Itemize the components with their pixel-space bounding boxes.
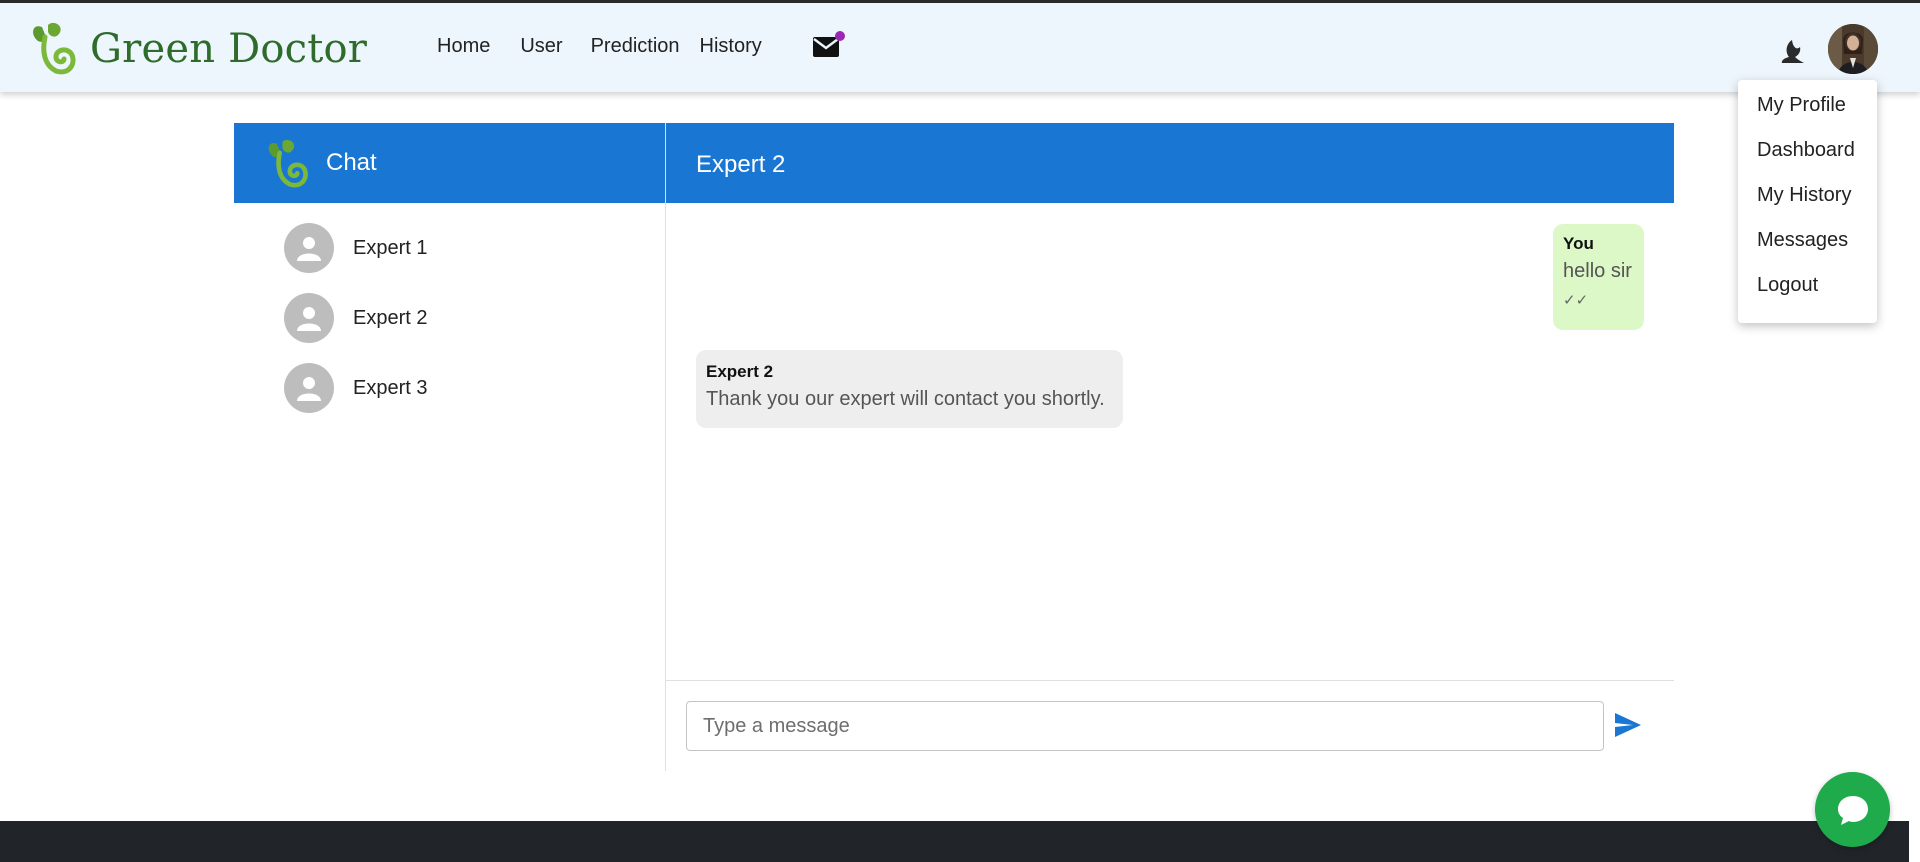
message-text: hello sir bbox=[1563, 260, 1632, 282]
sprout-logo-icon bbox=[33, 22, 76, 75]
nav-prediction[interactable]: Prediction bbox=[591, 35, 680, 58]
footer bbox=[0, 821, 1909, 862]
nav-history[interactable]: History bbox=[700, 35, 762, 58]
menu-item-messages[interactable]: Messages bbox=[1738, 227, 1877, 272]
read-receipt: ✓✓ bbox=[1563, 292, 1589, 309]
nav-user[interactable]: User bbox=[520, 35, 562, 58]
menu-item-my-history[interactable]: My History bbox=[1738, 182, 1877, 227]
contact-item-expert-2[interactable]: Expert 2 bbox=[284, 293, 427, 343]
sidebar-divider bbox=[665, 123, 666, 771]
message-text: Thank you our expert will contact you sh… bbox=[706, 388, 1105, 410]
unread-badge bbox=[835, 31, 845, 41]
user-avatar[interactable] bbox=[1828, 24, 1878, 74]
chat-bubble-icon bbox=[1837, 795, 1868, 825]
person-icon bbox=[284, 293, 334, 343]
brand[interactable]: Green Doctor bbox=[28, 21, 367, 77]
brand-name: Green Doctor bbox=[90, 26, 368, 72]
sprout-logo-icon bbox=[268, 139, 308, 188]
menu-item-dashboard[interactable]: Dashboard bbox=[1738, 137, 1877, 182]
input-divider bbox=[666, 680, 1674, 681]
chat-header: Expert 2 bbox=[666, 123, 1674, 203]
send-icon[interactable] bbox=[1614, 712, 1642, 738]
contact-item-expert-1[interactable]: Expert 1 bbox=[284, 223, 427, 273]
menu-item-my-profile[interactable]: My Profile bbox=[1738, 92, 1877, 137]
sidebar-title: Chat bbox=[326, 149, 377, 176]
chat-fab-button[interactable] bbox=[1815, 772, 1890, 847]
person-icon bbox=[284, 363, 334, 413]
avatar-photo bbox=[1828, 24, 1878, 74]
message-input[interactable] bbox=[686, 701, 1604, 751]
message-sender: Expert 2 bbox=[706, 362, 774, 381]
navbar: Green Doctor Home User Prediction Histor… bbox=[0, 3, 1920, 92]
sidebar-header: Chat bbox=[234, 123, 665, 203]
contact-name: Expert 1 bbox=[353, 236, 428, 259]
message-bubble-own: You hello sir ✓✓ bbox=[1553, 224, 1644, 330]
message-bubble-other: Expert 2 Thank you our expert will conta… bbox=[696, 350, 1123, 428]
person-icon bbox=[284, 223, 334, 273]
contact-item-expert-3[interactable]: Expert 3 bbox=[284, 363, 427, 413]
nav-links: Home User Prediction History bbox=[437, 35, 782, 58]
moon-icon[interactable] bbox=[1778, 37, 1806, 65]
menu-item-logout[interactable]: Logout bbox=[1738, 272, 1877, 317]
contact-name: Expert 2 bbox=[353, 306, 428, 329]
contact-name: Expert 3 bbox=[353, 376, 428, 399]
profile-menu: My Profile Dashboard My History Messages… bbox=[1738, 80, 1877, 323]
message-sender: You bbox=[1563, 234, 1594, 253]
active-contact-name: Expert 2 bbox=[696, 151, 786, 178]
nav-home[interactable]: Home bbox=[437, 35, 490, 58]
